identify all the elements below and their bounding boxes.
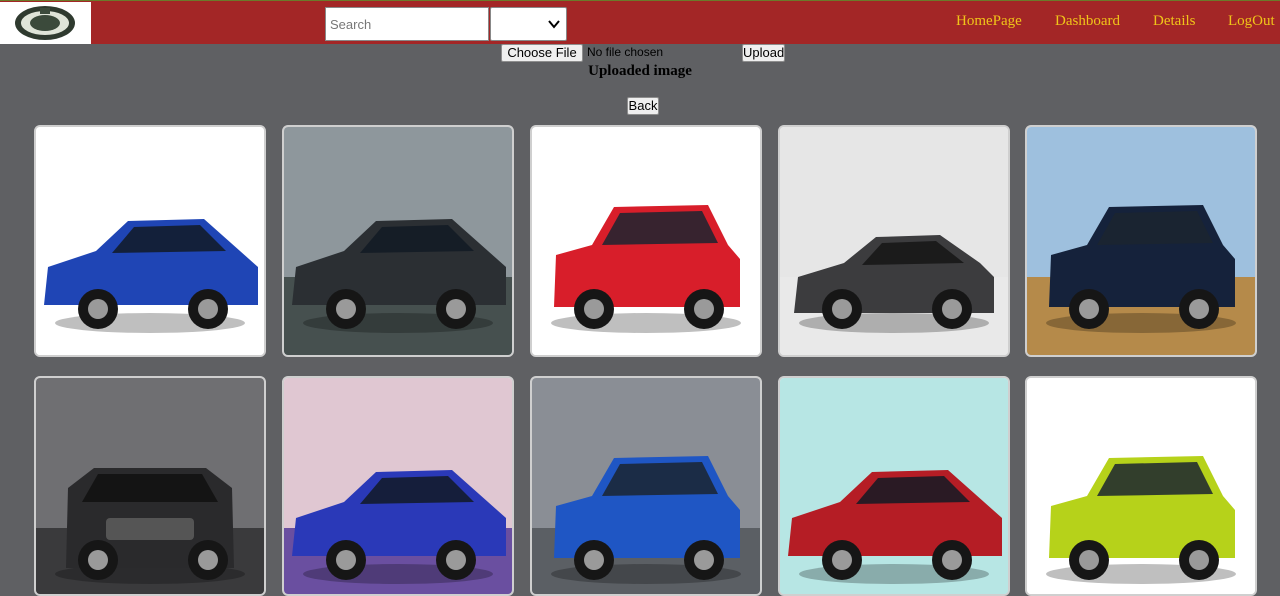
search-input[interactable] (325, 7, 489, 41)
nav-dashboard-link[interactable]: Dashboard (1055, 13, 1120, 30)
car-icon (780, 378, 1008, 594)
car-icon (780, 127, 1008, 355)
car-icon (1027, 378, 1255, 594)
upload-button[interactable]: Upload (742, 44, 785, 62)
nav-logout-link[interactable]: LogOut (1228, 13, 1275, 30)
car-icon (532, 378, 760, 594)
logo-emblem-icon (15, 6, 75, 40)
gallery-card-blue-bmw-suv-photo[interactable] (530, 376, 762, 596)
chevron-down-icon (548, 20, 560, 29)
back-button[interactable]: Back (627, 97, 659, 115)
no-file-status: No file chosen (587, 45, 664, 59)
car-icon (284, 378, 512, 594)
top-nav-bar: HomePage Dashboard Details LogOut (0, 0, 1280, 44)
gallery-card-navy-suv-photo[interactable] (1025, 125, 1257, 357)
gallery-card-black-accord-photo[interactable] (34, 376, 266, 596)
gallery-card-purple-sedan-photo[interactable] (282, 376, 514, 596)
choose-file-button[interactable]: Choose File (501, 44, 583, 62)
category-select[interactable] (490, 7, 567, 41)
car-icon (36, 127, 264, 355)
gallery-card-red-suv-photo[interactable] (530, 125, 762, 357)
nav-homepage-link[interactable]: HomePage (956, 13, 1022, 30)
gallery-card-camo-coupe-photo[interactable] (282, 125, 514, 357)
car-icon (1027, 127, 1255, 355)
gallery-card-blue-sedan-photo[interactable] (34, 125, 266, 357)
logo[interactable] (0, 2, 91, 44)
car-icon (532, 127, 760, 355)
car-icon (36, 378, 264, 594)
gallery-card-red-hatch-photo[interactable] (778, 376, 1010, 596)
car-icon (284, 127, 512, 355)
gallery-card-grey-coupe-photo[interactable] (778, 125, 1010, 357)
nav-details-link[interactable]: Details (1153, 13, 1196, 30)
uploaded-image-heading: Uploaded image (588, 63, 692, 79)
gallery-card-lime-suv-photo[interactable] (1025, 376, 1257, 596)
